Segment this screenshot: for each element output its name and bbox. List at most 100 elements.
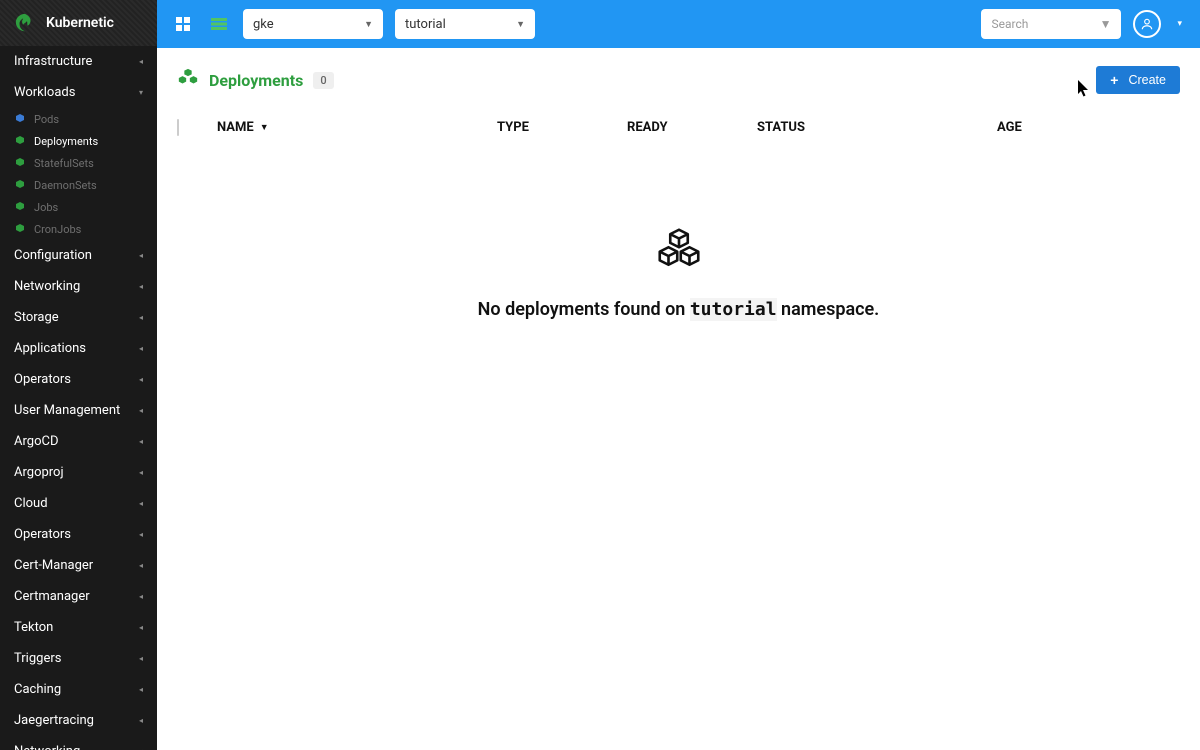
context-select-value: gke [253, 17, 274, 32]
stateful-icon [14, 157, 26, 169]
nav-group-label: Infrastructure [14, 54, 92, 69]
caret-down-icon: ▼ [516, 19, 525, 30]
nav-group-caching[interactable]: Caching ◂ [0, 674, 157, 705]
nav-group-networking[interactable]: Networking◂ [0, 736, 157, 750]
chevron-left-icon: ◂ [139, 499, 143, 508]
sidebar-nav: Infrastructure ◂ Workloads ▾ Pods Deployments… [0, 46, 157, 750]
pod-icon [14, 113, 26, 125]
nav-item-pods[interactable]: Pods [0, 108, 157, 130]
column-status[interactable]: STATUS [757, 120, 997, 135]
nav-group-label: Cloud [14, 496, 48, 511]
column-age[interactable]: AGE [997, 120, 1180, 135]
nav-item-label: StatefulSets [34, 157, 94, 170]
caret-down-icon: ▼ [364, 19, 373, 30]
nav-group-user-management[interactable]: User Management ◂ [0, 395, 157, 426]
brand-logo-icon [14, 12, 36, 34]
select-all-checkbox[interactable] [177, 119, 179, 136]
column-name[interactable]: NAME ▼ [217, 120, 497, 135]
nav-group-label: Argoproj [14, 465, 64, 480]
content: Deployments 0 + Create NAME ▼ TYPE READY… [157, 48, 1200, 750]
status-ok-icon[interactable] [207, 12, 231, 36]
sort-caret-icon: ▼ [260, 122, 269, 133]
nav-group-label: Workloads [14, 85, 75, 100]
chevron-left-icon: ◂ [139, 406, 143, 415]
chevron-left-icon: ◂ [139, 57, 143, 66]
nav-group-argoproj[interactable]: Argoproj◂ [0, 457, 157, 488]
nav-group-label: Jaegertracing [14, 713, 94, 728]
chevron-down-icon: ▾ [139, 88, 143, 97]
nav-group-workloads[interactable]: Workloads ▾ [0, 77, 157, 108]
empty-state-message: No deployments found on tutorial namespa… [478, 299, 880, 320]
nav-group-applications[interactable]: Applications ◂ [0, 333, 157, 364]
nav-item-label: DaemonSets [34, 179, 97, 192]
empty-prefix: No deployments found on [478, 299, 690, 320]
nav-group-tekton[interactable]: Tekton ◂ [0, 612, 157, 643]
nav-item-cronjobs[interactable]: CronJobs [0, 218, 157, 240]
nav-group-label: Configuration [14, 248, 92, 263]
cronjob-icon [14, 223, 26, 235]
nav-group-label: User Management [14, 403, 120, 418]
nav-group-label: Triggers [14, 651, 61, 666]
brand-name: Kubernetic [46, 15, 114, 31]
nav-group-cloud[interactable]: Cloud ◂ [0, 488, 157, 519]
context-select[interactable]: gke ▼ [243, 9, 383, 39]
chevron-left-icon: ◂ [139, 375, 143, 384]
nav-item-daemonsets[interactable]: DaemonSets [0, 174, 157, 196]
chevron-left-icon: ◂ [139, 592, 143, 601]
nav-group-label: Applications [14, 341, 86, 356]
nav-item-label: CronJobs [34, 223, 81, 236]
nav-group-label: Tekton [14, 620, 53, 635]
daemon-icon [14, 179, 26, 191]
nav-item-label: Pods [34, 113, 59, 126]
search-placeholder: Search [991, 17, 1028, 31]
column-type[interactable]: TYPE [497, 120, 627, 135]
nav-group-certmanager[interactable]: Certmanager◂ [0, 581, 157, 612]
empty-state-icon [651, 221, 707, 281]
nav-item-label: Deployments [34, 135, 98, 148]
chevron-left-icon: ◂ [139, 313, 143, 322]
user-avatar-icon[interactable] [1133, 10, 1161, 38]
nav-group-argocd[interactable]: ArgoCD ◂ [0, 426, 157, 457]
nav-item-statefulsets[interactable]: StatefulSets [0, 152, 157, 174]
caret-down-icon: ▼ [1100, 17, 1112, 31]
brand: Kubernetic [0, 0, 157, 46]
create-button-label: Create [1128, 73, 1166, 87]
nav-group-label: Networking [14, 744, 80, 750]
nav-group-cert-manager[interactable]: Cert-Manager◂ [0, 550, 157, 581]
sidebar: Kubernetic Infrastructure ◂ Workloads ▾ Pods… [0, 0, 157, 750]
nav-group-operators[interactable]: Operators ◂ [0, 364, 157, 395]
nav-group-configuration[interactable]: Configuration ◂ [0, 240, 157, 271]
deploy-icon [14, 135, 26, 147]
nav-item-jobs[interactable]: Jobs [0, 196, 157, 218]
create-button[interactable]: + Create [1096, 66, 1180, 94]
empty-suffix: namespace. [777, 299, 880, 320]
nav-group-jaegertracing[interactable]: Jaegertracing ◂ [0, 705, 157, 736]
chevron-left-icon: ◂ [139, 685, 143, 694]
nav-group-infrastructure[interactable]: Infrastructure ◂ [0, 46, 157, 77]
chevron-left-icon: ◂ [139, 437, 143, 446]
chevron-left-icon: ◂ [139, 344, 143, 353]
chevron-left-icon: ◂ [139, 716, 143, 725]
chevron-left-icon: ◂ [139, 530, 143, 539]
nav-group-networking[interactable]: Networking◂ [0, 271, 157, 302]
nav-group-triggers[interactable]: Triggers ◂ [0, 643, 157, 674]
column-ready[interactable]: READY [627, 120, 757, 135]
page-title: Deployments [209, 71, 303, 90]
nav-group-operators[interactable]: Operators◂ [0, 519, 157, 550]
nav-group-storage[interactable]: Storage ◂ [0, 302, 157, 333]
chevron-left-icon: ◂ [139, 654, 143, 663]
chevron-left-icon: ◂ [139, 251, 143, 260]
nav-group-label: ArgoCD [14, 434, 58, 449]
empty-state: No deployments found on tutorial namespa… [177, 221, 1180, 320]
nav-group-label: Operators [14, 372, 71, 387]
nav-group-label: Storage [14, 310, 59, 325]
user-menu-caret[interactable]: ▾ [1173, 19, 1186, 29]
nav-item-deployments[interactable]: Deployments [0, 130, 157, 152]
namespace-select[interactable]: tutorial ▼ [395, 9, 535, 39]
dashboard-icon[interactable] [171, 12, 195, 36]
chevron-left-icon: ◂ [139, 282, 143, 291]
deployments-icon [177, 67, 199, 93]
chevron-left-icon: ◂ [139, 623, 143, 632]
search-input[interactable]: Search ▼ [981, 9, 1121, 39]
nav-group-label: Caching [14, 682, 61, 697]
